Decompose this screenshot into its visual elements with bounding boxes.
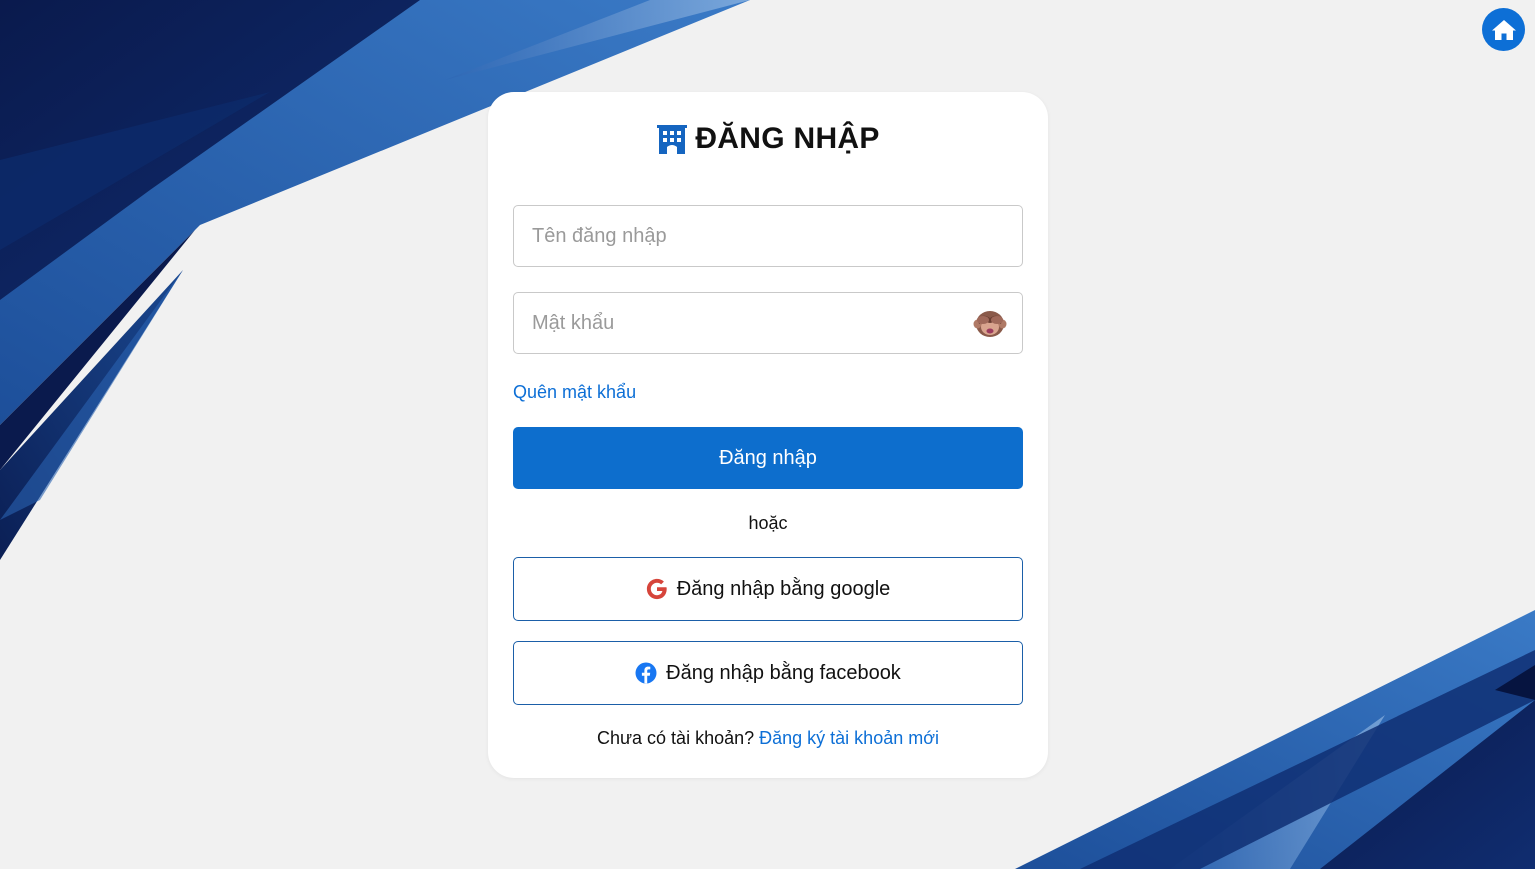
or-separator: hoặc [748, 513, 788, 533]
google-login-label: Đăng nhập bằng google [676, 577, 891, 600]
signup-prompt-line: Chưa có tài khoản? Đăng ký tài khoản mới [488, 728, 1048, 749]
password-input[interactable] [514, 293, 1022, 353]
home-icon [1491, 18, 1517, 42]
signup-link[interactable]: Đăng ký tài khoản mới [759, 728, 939, 748]
google-login-button[interactable]: Đăng nhập bằng google [513, 557, 1023, 621]
see-no-evil-monkey-icon[interactable] [973, 307, 1007, 339]
username-input[interactable] [514, 206, 1022, 266]
signup-prompt-text: Chưa có tài khoản? [596, 728, 755, 748]
login-title: ĐĂNG NHẬP [488, 122, 1048, 156]
login-card: ĐĂNG NHẬP Quên mật khẩu Đăng nhập hoặc [488, 92, 1048, 778]
username-field[interactable] [513, 205, 1023, 267]
facebook-icon [635, 662, 657, 684]
home-button[interactable] [1482, 8, 1525, 51]
password-field[interactable] [513, 292, 1023, 354]
facebook-login-label: Đăng nhập bằng facebook [666, 661, 901, 684]
login-title-text: ĐĂNG NHẬP [695, 122, 880, 155]
forgot-password-link[interactable]: Quên mật khẩu [513, 382, 636, 403]
google-icon [646, 578, 668, 600]
hotel-icon [656, 123, 688, 155]
facebook-login-button[interactable]: Đăng nhập bằng facebook [513, 641, 1023, 705]
login-button[interactable]: Đăng nhập [513, 427, 1023, 489]
